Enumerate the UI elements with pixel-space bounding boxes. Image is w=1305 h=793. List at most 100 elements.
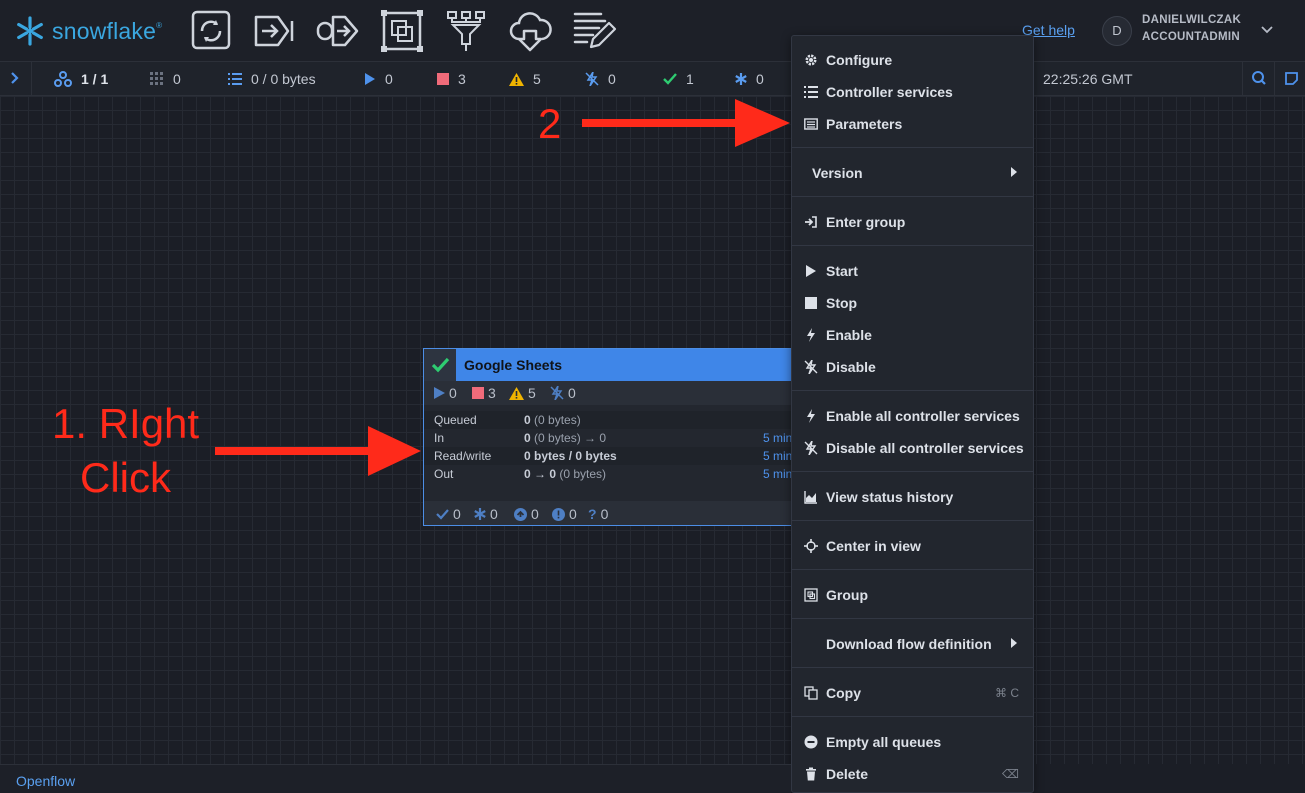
funnel-icon xyxy=(447,11,485,51)
pg-invalid-value: 5 xyxy=(528,385,536,401)
expand-navigation-button[interactable] xyxy=(0,62,32,95)
menu-item-disable[interactable]: Disable xyxy=(792,353,1033,381)
process-group-card[interactable]: Google Sheets 0 3 5 0 Queued 0 (0 bytes)… xyxy=(423,348,803,526)
disabled-value: 0 xyxy=(608,71,616,87)
process-group-title: Google Sheets xyxy=(464,357,563,373)
caret-right-icon xyxy=(1011,167,1017,177)
menu-item-delete[interactable]: Delete ⌫ xyxy=(792,760,1033,788)
menu-separator xyxy=(792,245,1033,246)
stopped-value: 3 xyxy=(458,71,466,87)
user-avatar[interactable]: D xyxy=(1102,16,1132,46)
menu-item-start[interactable]: Start xyxy=(792,257,1033,285)
cluster-value: 1 / 1 xyxy=(81,71,109,87)
gear-icon xyxy=(805,54,817,66)
menu-item-shortcut: ⌫ xyxy=(1002,767,1019,781)
add-funnel-button[interactable] xyxy=(507,9,553,53)
process-group-version-counts: 0 0 0 0 ? 0 xyxy=(424,501,802,525)
menu-item-label: Stop xyxy=(826,295,858,311)
menu-item-copy[interactable]: Copy ⌘ C xyxy=(792,679,1033,707)
pg-invalid: 5 xyxy=(509,385,536,401)
add-process-group-button[interactable] xyxy=(379,9,425,53)
menu-item-enable[interactable]: Enable xyxy=(792,321,1033,349)
menu-item-label: Controller services xyxy=(826,84,953,100)
sticky-note-icon xyxy=(1285,72,1298,85)
running-stat: 0 xyxy=(364,71,393,87)
up-to-date-value: 1 xyxy=(686,71,694,87)
menu-item-label: Parameters xyxy=(826,116,903,132)
menu-item-controller-services[interactable]: Controller services xyxy=(792,78,1033,106)
stat-value: 0 (0 bytes) → 0 xyxy=(524,431,607,445)
menu-item-center-in-view[interactable]: Center in view xyxy=(792,532,1033,560)
list-icon xyxy=(804,86,818,98)
menu-item-label: Enable all controller services xyxy=(826,408,1020,424)
menu-separator xyxy=(792,147,1033,148)
annotation-arrow-2 xyxy=(582,99,790,147)
snowflake-logo[interactable]: snowflake ® xyxy=(14,12,162,50)
menu-item-configure[interactable]: Configure xyxy=(792,46,1033,74)
caret-right-icon xyxy=(1011,638,1017,648)
last-refreshed-stat: 22:25:26 GMT xyxy=(1043,71,1133,87)
stat-label: In xyxy=(434,431,445,445)
chevron-down-icon[interactable] xyxy=(1260,22,1274,36)
menu-item-download-flow-definition[interactable]: Download flow definition xyxy=(792,630,1033,658)
user-name: DANIELWILCZAK xyxy=(1142,14,1242,26)
stat-row-in: In 0 (0 bytes) → 0 5 min xyxy=(424,429,802,447)
menu-item-label: Group xyxy=(826,587,868,603)
trash-icon xyxy=(806,767,816,781)
asterisk-icon xyxy=(735,73,747,85)
pg-stale: 0 xyxy=(514,506,539,522)
pg-stale-value: 0 xyxy=(531,506,539,522)
cluster-icon xyxy=(54,71,72,87)
menu-item-version[interactable]: Version xyxy=(792,159,1033,187)
menu-item-label: Copy xyxy=(826,685,861,701)
menu-item-enable-all-controller-services[interactable]: Enable all controller services xyxy=(792,402,1033,430)
menu-item-disable-all-controller-services[interactable]: Disable all controller services xyxy=(792,434,1033,462)
threads-icon xyxy=(150,72,163,85)
disabled-icon xyxy=(804,441,818,455)
menu-separator xyxy=(792,569,1033,570)
pg-running-value: 0 xyxy=(449,385,457,401)
menu-item-group[interactable]: Group xyxy=(792,581,1033,609)
menu-separator xyxy=(792,390,1033,391)
bottom-bar: Openflow xyxy=(0,764,791,793)
play-icon xyxy=(434,387,445,399)
annotation-step-2: 2 xyxy=(538,100,562,147)
bulletin-board-button[interactable] xyxy=(1274,62,1305,95)
pg-up-to-date: 0 xyxy=(436,506,461,522)
stat-window: 5 min xyxy=(763,431,793,445)
check-icon xyxy=(436,508,449,520)
pg-sync-failure: 0 xyxy=(552,506,577,522)
add-output-port-button[interactable] xyxy=(315,9,361,53)
menu-item-parameters[interactable]: Parameters xyxy=(792,110,1033,138)
add-label-button[interactable] xyxy=(571,9,617,53)
process-group-stats: Queued 0 (0 bytes) In 0 (0 bytes) → 0 5 … xyxy=(424,411,802,483)
menu-item-view-status-history[interactable]: View status history xyxy=(792,483,1033,511)
pg-up-to-date-value: 0 xyxy=(453,506,461,522)
menu-item-label: Download flow definition xyxy=(826,636,992,652)
stat-row-out: Out 0 → 0 (0 bytes) 5 min xyxy=(424,465,802,483)
menu-item-label: Center in view xyxy=(826,538,921,554)
menu-item-stop[interactable]: Stop xyxy=(792,289,1033,317)
menu-item-label: Version xyxy=(812,165,863,181)
search-button[interactable] xyxy=(1242,62,1274,95)
add-remote-process-group-button[interactable] xyxy=(443,9,489,53)
user-role: ACCOUNTADMIN xyxy=(1142,31,1240,43)
annotation-arrow-1 xyxy=(215,426,421,476)
add-processor-button[interactable] xyxy=(189,9,235,53)
asterisk-icon xyxy=(474,508,486,520)
menu-item-empty-all-queues[interactable]: Empty all queues xyxy=(792,728,1033,756)
context-menu: Configure Controller services Parameters… xyxy=(791,35,1034,793)
logo-text: snowflake xyxy=(52,17,157,44)
add-input-port-button[interactable] xyxy=(252,9,298,53)
menu-item-enter-group[interactable]: Enter group xyxy=(792,208,1033,236)
breadcrumb-root[interactable]: Openflow xyxy=(16,773,75,789)
annotation-step-1-line-1: 1. RIght xyxy=(52,400,200,447)
copy-icon xyxy=(804,686,818,700)
chevron-right-icon xyxy=(11,72,19,84)
cluster-stat: 1 / 1 xyxy=(54,71,108,87)
locally-modified-value: 0 xyxy=(756,71,764,87)
menu-item-label: Disable xyxy=(826,359,876,375)
queued-value: 0 / 0 bytes xyxy=(251,71,316,87)
pg-sync-failure-value: 0 xyxy=(569,506,577,522)
menu-item-label: Enable xyxy=(826,327,872,343)
